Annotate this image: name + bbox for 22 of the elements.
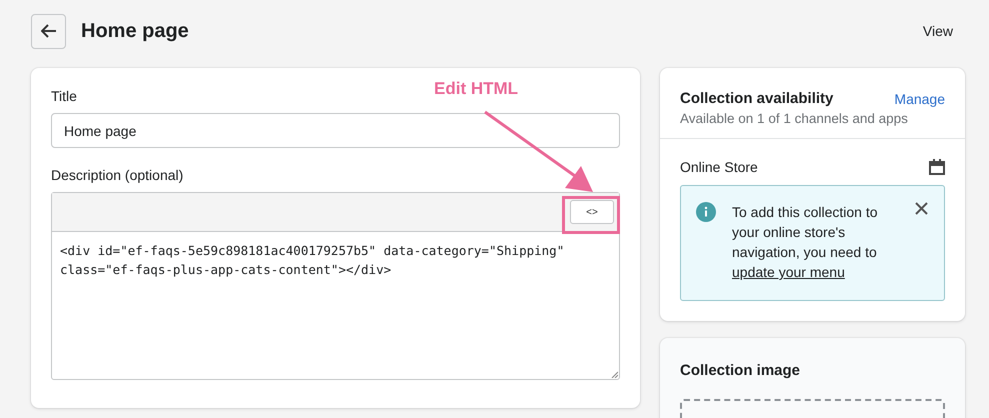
calendar-icon[interactable] [929,159,945,175]
description-editor[interactable]: <> <div id="ef-faqs-5e59c898181ac400179257b5" data-category="Shipping" class="ef-faqs-plus-app-cats-content"></div> [51,192,620,380]
card-title: Collection image [680,362,802,379]
title-field[interactable]: Home page [51,113,620,148]
channel-name: Online Store [680,159,758,175]
view-link[interactable]: View [922,23,953,39]
update-menu-link[interactable]: update your menu [732,264,845,280]
back-button[interactable] [31,14,66,48]
manage-link[interactable]: Manage [894,90,945,106]
html-source-text: <div id="ef-faqs-5e59c898181ac400179257b5" data-category="Shipping" class="ef-faqs-plus-app-cats-content"></div> [59,242,566,280]
highlight-frame [562,196,620,234]
info-message: To add this collection to your online store's navigation, you need to update your menu [732,203,879,282]
info-icon [696,202,716,222]
close-icon[interactable] [915,202,928,215]
card-title: Collection availability [680,90,834,107]
card-subtitle: Available on 1 of 1 channels and apps [680,111,909,126]
html-toggle-button[interactable]: <> [570,200,614,224]
resize-handle-icon[interactable] [611,371,618,378]
field-label: Description (optional) [51,167,184,183]
back-arrow-icon [40,24,56,38]
page-title: Home page [81,20,190,42]
annotation-label: Edit HTML [434,79,518,99]
